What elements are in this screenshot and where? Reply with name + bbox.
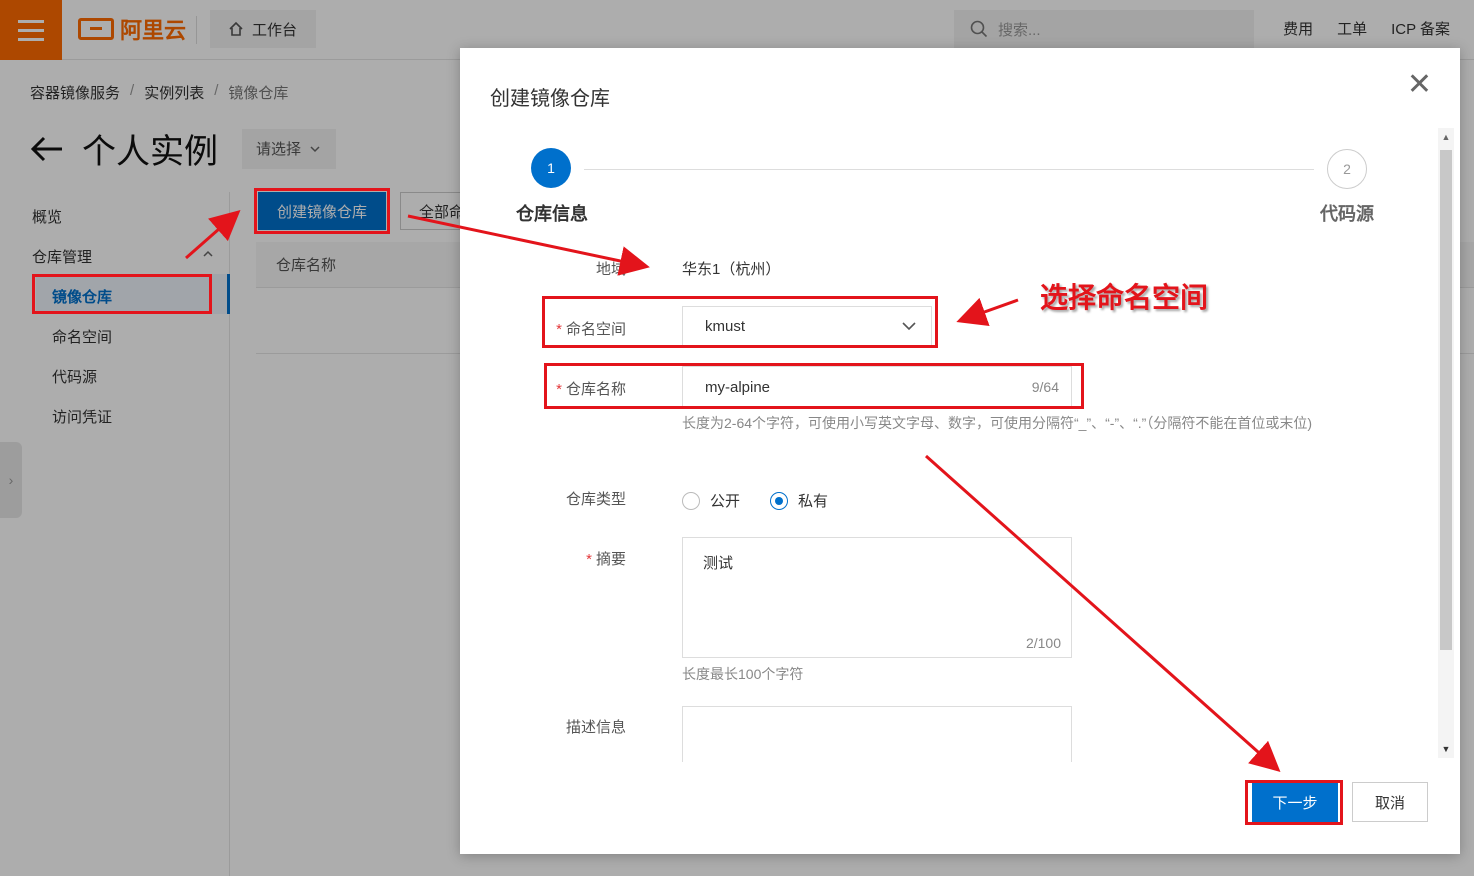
summary-value: 测试	[703, 555, 734, 572]
region-value: 华东1（杭州）	[682, 261, 781, 278]
repo-type-label: 仓库类型	[565, 491, 626, 508]
radio-label-public: 公开	[710, 493, 741, 510]
annotation-box-namespace	[542, 296, 938, 348]
summary-textarea[interactable]: 测试 2/100	[682, 537, 1072, 658]
scroll-up-icon[interactable]: ▲	[1438, 132, 1454, 142]
repo-name-hint: 长度为2-64个字符，可使用小写英文字母、数字，可使用分隔符“_”、“-”、“.…	[682, 415, 1312, 431]
summary-hint: 长度最长100个字符	[682, 666, 804, 682]
create-repo-dialog: 创建镜像仓库 ✕ ▲ ▼ 1 2 仓库信息 代码源 地域 华东1（杭州） 命名空…	[460, 48, 1460, 854]
region-label: 地域	[595, 261, 626, 278]
cancel-button[interactable]: 取消	[1352, 782, 1428, 822]
description-textarea[interactable]	[682, 706, 1072, 762]
step-2-label: 代码源	[1320, 204, 1374, 224]
annotation-box-repo-name	[544, 363, 1084, 409]
repo-type-private-radio[interactable]: 私有	[770, 490, 828, 511]
summary-char-count: 2/100	[1025, 635, 1061, 651]
summary-label: 摘要	[534, 548, 626, 569]
close-icon[interactable]: ✕	[1407, 70, 1432, 100]
repo-type-radio-group: 公开 私有	[682, 490, 828, 511]
radio-unchecked-icon	[682, 491, 700, 510]
step-connector	[584, 169, 1314, 170]
step-2-indicator: 2	[1327, 149, 1367, 189]
annotation-callout: 选择命名空间	[1040, 282, 1209, 313]
scrollbar-thumb[interactable]	[1440, 150, 1452, 650]
radio-label-private: 私有	[798, 493, 829, 510]
annotation-box-next-button	[1245, 780, 1343, 825]
step-1-indicator: 1	[531, 148, 571, 188]
step-1-label: 仓库信息	[516, 204, 588, 224]
description-label: 描述信息	[565, 719, 626, 736]
annotation-box-create-button	[254, 188, 390, 234]
annotation-box-image-repo	[32, 274, 212, 314]
radio-checked-icon	[770, 491, 789, 510]
repo-type-public-radio[interactable]: 公开	[682, 490, 740, 511]
scroll-down-icon[interactable]: ▼	[1438, 744, 1454, 754]
dialog-title: 创建镜像仓库	[490, 88, 610, 110]
